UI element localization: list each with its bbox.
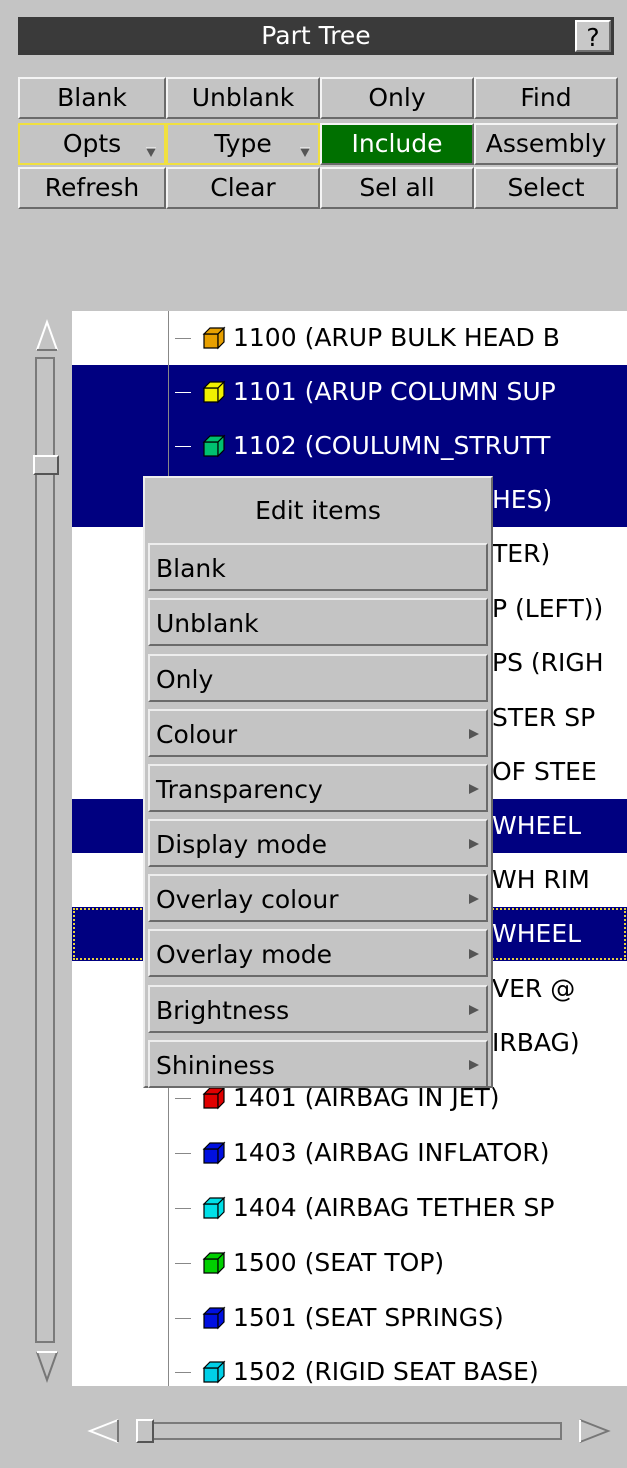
dropdown-arrow-icon <box>300 147 310 157</box>
horizontal-scrollbar-thumb[interactable] <box>136 1419 154 1443</box>
context-menu-item-label: Overlay colour <box>156 885 339 914</box>
context-menu-item[interactable]: Blank <box>148 543 488 591</box>
tree-row[interactable]: 1501 (SEAT SPRINGS) <box>72 1291 627 1345</box>
context-menu-item[interactable]: Only <box>148 654 488 702</box>
tree-row-label: STER SP <box>492 703 596 732</box>
context-menu-title: Edit items <box>255 496 381 525</box>
find-button[interactable]: Find <box>474 77 618 119</box>
clear-button[interactable]: Clear <box>166 167 320 209</box>
context-menu-item-label: Colour <box>156 720 238 749</box>
include-button[interactable]: Include <box>320 123 474 165</box>
tree-branch-line <box>175 1318 191 1319</box>
tree-row-label: VER @ <box>492 974 576 1003</box>
part-cube-icon <box>202 1141 226 1165</box>
tree-row[interactable]: 1404 (AIRBAG TETHER SP <box>72 1181 627 1235</box>
opts-button[interactable]: Opts <box>18 123 166 165</box>
tree-row-label: WHEEL <box>492 811 582 840</box>
tree-branch-line <box>175 1153 191 1154</box>
unblank-button[interactable]: Unblank <box>166 77 320 119</box>
tree-branch-line <box>175 1098 191 1099</box>
tree-row-label: 1500 (SEAT TOP) <box>233 1248 445 1277</box>
scroll-up-arrow-icon[interactable] <box>34 318 60 354</box>
tree-row[interactable]: 1502 (RIGID SEAT BASE) <box>72 1345 627 1386</box>
tree-row-label: 1404 (AIRBAG TETHER SP <box>233 1193 555 1222</box>
tree-branch-line <box>175 338 191 339</box>
tree-branch-line <box>175 392 191 393</box>
part-cube-icon <box>202 1360 226 1384</box>
refresh-button[interactable]: Refresh <box>18 167 166 209</box>
context-menu-item[interactable]: Overlay mode <box>148 929 488 977</box>
submenu-arrow-icon <box>469 949 479 959</box>
context-menu-item-label: Unblank <box>156 609 259 638</box>
part-cube-icon <box>202 1306 226 1330</box>
edit-items-context-menu: Edit items Blank Unblank Only Colour Transpa… <box>143 476 493 1088</box>
context-menu-item[interactable]: Overlay colour <box>148 874 488 922</box>
tree-row-label: 1501 (SEAT SPRINGS) <box>233 1303 504 1332</box>
opts-label: Opts <box>62 129 122 158</box>
tree-row-label: 1102 (COULUMN_STRUTT <box>233 431 551 460</box>
only-button[interactable]: Only <box>320 77 474 119</box>
select-button[interactable]: Select <box>474 167 618 209</box>
blank-button[interactable]: Blank <box>18 77 166 119</box>
submenu-arrow-icon <box>469 1060 479 1070</box>
scroll-left-arrow-icon[interactable] <box>86 1417 122 1445</box>
context-menu-item-label: Blank <box>156 554 226 583</box>
assembly-button[interactable]: Assembly <box>474 123 618 165</box>
tree-row[interactable]: 1500 (SEAT TOP) <box>72 1236 627 1290</box>
type-button[interactable]: Type <box>166 123 320 165</box>
tree-row-label: PS (RIGH <box>492 648 604 677</box>
context-menu-item[interactable]: Display mode <box>148 819 488 867</box>
part-cube-icon <box>202 380 226 404</box>
part-cube-icon <box>202 326 226 350</box>
context-menu-item[interactable]: Colour <box>148 709 488 757</box>
tree-row-label: 1100 (ARUP BULK HEAD B <box>233 323 560 352</box>
dropdown-arrow-icon <box>146 147 156 157</box>
tree-row-label: P (LEFT)) <box>492 594 604 623</box>
horizontal-scrollbar-track[interactable] <box>136 1422 562 1440</box>
window-title: Part Tree <box>18 17 614 55</box>
type-label: Type <box>214 129 272 158</box>
context-menu-item[interactable]: Unblank <box>148 598 488 646</box>
sel-all-button[interactable]: Sel all <box>320 167 474 209</box>
part-cube-icon <box>202 1196 226 1220</box>
context-menu-item-label: Brightness <box>156 996 290 1025</box>
tree-row-label: TER) <box>492 539 551 568</box>
tree-branch-line <box>175 1263 191 1264</box>
context-menu-item-label: Only <box>156 665 214 694</box>
part-cube-icon <box>202 1251 226 1275</box>
tree-branch-line <box>175 446 191 447</box>
context-menu-item[interactable]: Transparency <box>148 764 488 812</box>
tree-row-label: WH RIM <box>492 865 590 894</box>
tree-row-label: HES) <box>492 485 553 514</box>
tree-row-label: 1502 (RIGID SEAT BASE) <box>233 1357 539 1386</box>
part-cube-icon <box>202 434 226 458</box>
vertical-scrollbar-track[interactable] <box>35 357 55 1343</box>
tree-branch-line <box>175 1208 191 1209</box>
vertical-scrollbar-thumb[interactable] <box>33 455 59 475</box>
submenu-arrow-icon <box>469 729 479 739</box>
tree-row[interactable]: 1102 (COULUMN_STRUTT <box>72 419 627 473</box>
tree-row-label: WHEEL <box>492 919 582 948</box>
scroll-right-arrow-icon[interactable] <box>576 1417 612 1445</box>
tree-branch-line <box>175 1372 191 1373</box>
context-menu-item-label: Shininess <box>156 1051 275 1080</box>
submenu-arrow-icon <box>469 894 479 904</box>
tree-row-label: 1403 (AIRBAG INFLATOR) <box>233 1138 550 1167</box>
scroll-down-arrow-icon[interactable] <box>34 1348 60 1384</box>
submenu-arrow-icon <box>469 839 479 849</box>
context-menu-item-label: Overlay mode <box>156 940 333 969</box>
help-button[interactable]: ? <box>575 20 611 52</box>
tree-row[interactable]: 1101 (ARUP COLUMN SUP <box>72 365 627 419</box>
tree-row-label: 1101 (ARUP COLUMN SUP <box>233 377 556 406</box>
context-menu-item[interactable]: Brightness <box>148 985 488 1033</box>
tree-row-label: OF STEE <box>492 757 597 786</box>
tree-row-label: IRBAG) <box>492 1028 580 1057</box>
context-menu-item[interactable]: Shininess <box>148 1040 488 1088</box>
tree-row[interactable]: 1100 (ARUP BULK HEAD B <box>72 311 627 365</box>
context-menu-item-label: Transparency <box>156 775 323 804</box>
submenu-arrow-icon <box>469 784 479 794</box>
context-menu-item-label: Display mode <box>156 830 327 859</box>
tree-row[interactable]: 1403 (AIRBAG INFLATOR) <box>72 1126 627 1180</box>
submenu-arrow-icon <box>469 1005 479 1015</box>
